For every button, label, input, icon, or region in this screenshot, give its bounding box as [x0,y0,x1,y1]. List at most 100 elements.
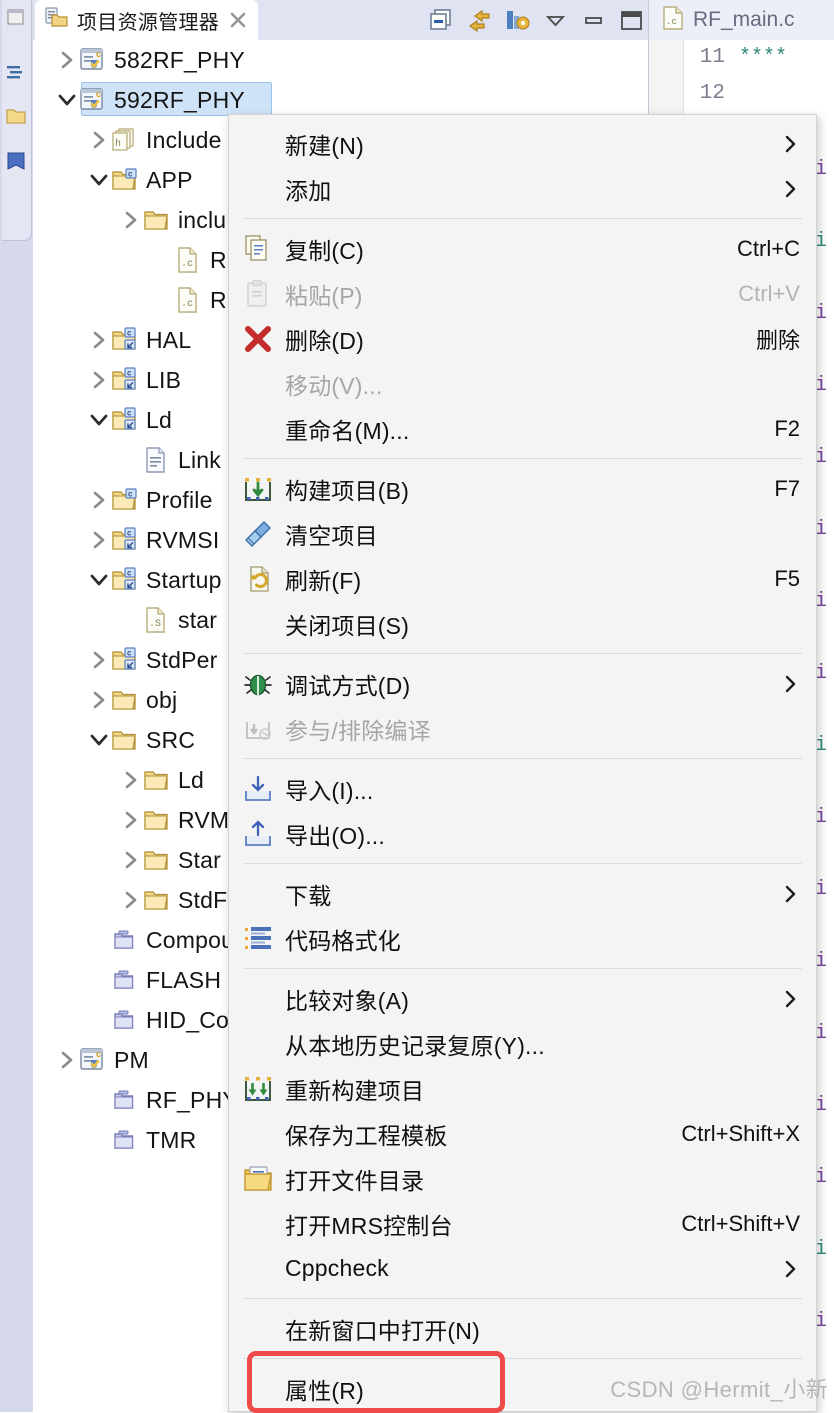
twisty-none-icon[interactable] [87,928,111,952]
menu-item--[interactable]: 下载 [229,871,816,916]
menu-item--d[interactable]: 删除(D) 删除 [229,316,816,361]
twisty-collapsed-icon[interactable] [119,808,143,832]
twisty-collapsed-icon[interactable] [87,368,111,392]
menu-item--[interactable]: 添加 [229,166,816,211]
twisty-collapsed-icon[interactable] [119,208,143,232]
twisty-expanded-icon[interactable] [87,568,111,592]
twisty-collapsed-icon[interactable] [87,328,111,352]
project-context-menu[interactable]: 新建(N) 添加 复制(C) Ctrl+C 粘贴(P) Ctrl+V 删除(D) 删除 移动(V… [228,114,817,1412]
view-menu-icon[interactable] [505,8,530,33]
menu-item--[interactable]: 代码格式化 [229,916,816,961]
fast-view-bar [0,0,34,1412]
twisty-none-icon[interactable] [119,608,143,632]
twisty-collapsed-icon[interactable] [87,488,111,512]
no-icon [243,1209,273,1239]
link-with-editor-icon[interactable] [467,8,492,33]
twisty-collapsed-icon[interactable] [87,128,111,152]
refresh-icon [243,564,273,594]
copy-icon [243,234,273,264]
menu-item--[interactable]: 打开文件目录 [229,1156,816,1201]
menu-item-label: 重新构建项目 [285,1077,425,1104]
menu-item--s[interactable]: 关闭项目(S) [229,601,816,646]
twisty-none-icon[interactable] [87,1088,111,1112]
menu-item--i[interactable]: 导入(I)... [229,766,816,811]
editor-code-line: **** [739,46,788,69]
no-icon [243,369,273,399]
bookmarks-icon[interactable] [5,150,27,172]
menu-item--a[interactable]: 比较对象(A) [229,976,816,1021]
menu-item--b[interactable]: 构建项目(B) F7 [229,466,816,511]
twisty-expanded-icon[interactable] [87,408,111,432]
folder-view-icon[interactable] [5,105,27,127]
menu-item-label: 清空项目 [285,522,378,549]
menu-item--[interactable]: 保存为工程模板 Ctrl+Shift+X [229,1111,816,1156]
twisty-none-icon[interactable] [119,448,143,472]
minimize-icon[interactable] [581,8,606,33]
folder-icon [143,806,171,834]
menu-item--[interactable]: 清空项目 [229,511,816,556]
twisty-collapsed-icon[interactable] [119,848,143,872]
source-folder-icon: c [111,486,139,514]
twisty-none-icon[interactable] [87,968,111,992]
view-tab-label: 项目资源管理器 [77,11,220,34]
menu-item--c[interactable]: 复制(C) Ctrl+C [229,226,816,271]
menu-separator [243,863,802,864]
tree-item-582rf-phy[interactable]: c 582RF_PHY [33,40,648,80]
outline-icon[interactable] [5,62,27,84]
menu-item--n[interactable]: 在新窗口中打开(N) [229,1306,816,1351]
menu-item--v: 移动(V)... [229,361,816,406]
format-icon [243,924,273,954]
twisty-none-icon[interactable] [151,248,175,272]
no-icon [243,1374,273,1404]
project-explorer-icon [44,5,70,36]
svg-text:.c: .c [181,299,193,310]
eclipse-ide-screenshot: 项目资源管理器 c 582RF_PHY c 592RF_PHY h Includ… [0,0,834,1413]
tree-item-label: Star [178,846,221,873]
menu-item--n[interactable]: 新建(N) [229,121,816,166]
twisty-collapsed-icon[interactable] [87,688,111,712]
menu-item-label: 重命名(M)... [285,417,410,444]
tab-project-explorer[interactable]: 项目资源管理器 [35,0,259,40]
twisty-expanded-icon[interactable] [87,168,111,192]
twisty-expanded-icon[interactable] [87,728,111,752]
collapse-all-icon[interactable] [429,8,454,33]
tree-item-label: RVM [178,806,230,833]
twisty-collapsed-icon[interactable] [55,48,79,72]
twisty-collapsed-icon[interactable] [55,1048,79,1072]
menu-item--y[interactable]: 从本地历史记录复原(Y)... [229,1021,816,1066]
menu-item--m[interactable]: 重命名(M)... F2 [229,406,816,451]
menu-item--mrs-[interactable]: 打开MRS控制台 Ctrl+Shift+V [229,1201,816,1246]
chevron-right-icon [782,135,800,153]
no-icon [243,984,273,1014]
no-icon [243,879,273,909]
menu-item--[interactable]: 重新构建项目 [229,1066,816,1111]
twisty-none-icon[interactable] [151,288,175,312]
twisty-none-icon[interactable] [87,1008,111,1032]
menu-item-accelerator: Ctrl+V [738,280,800,306]
close-icon[interactable] [229,11,247,29]
menu-item-cppcheck[interactable]: Cppcheck [229,1246,816,1291]
twisty-none-icon[interactable] [87,1128,111,1152]
line-number: 11 [699,46,725,69]
editor-tab-rf-main[interactable]: .c RF_main.c [655,0,795,40]
twisty-expanded-icon[interactable] [55,88,79,112]
exclude-build-icon [243,714,273,744]
menu-item-label: 导入(I)... [285,777,374,804]
menu-separator [243,653,802,654]
tree-item-label: inclu [178,206,227,233]
menu-item--d[interactable]: 调试方式(D) [229,661,816,706]
tree-item-label: APP [146,166,193,193]
maximize-icon[interactable] [619,8,644,33]
view-dropdown-icon[interactable] [543,8,568,33]
menu-item--f[interactable]: 刷新(F) F5 [229,556,816,601]
no-icon [243,1314,273,1344]
twisty-collapsed-icon[interactable] [87,648,111,672]
menu-item-label: Cppcheck [285,1255,389,1281]
menu-item-label: 添加 [285,177,332,204]
menu-item--o[interactable]: 导出(O)... [229,811,816,856]
twisty-collapsed-icon[interactable] [87,528,111,552]
perspective-icon[interactable] [5,6,27,28]
twisty-collapsed-icon[interactable] [119,888,143,912]
tree-item-label: Include [146,126,222,153]
twisty-collapsed-icon[interactable] [119,768,143,792]
